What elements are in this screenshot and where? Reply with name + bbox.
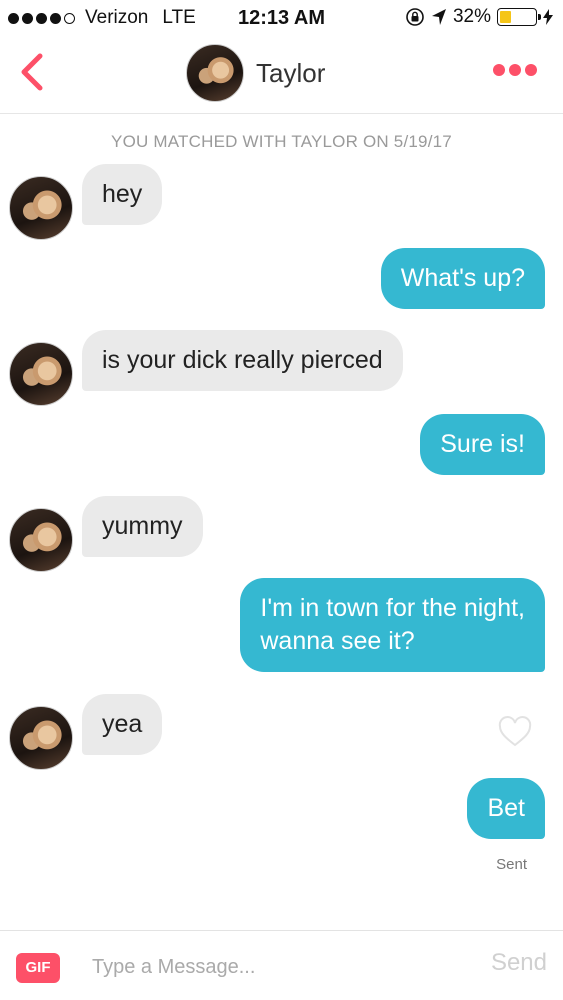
incoming-message: is your dick really pierced	[82, 330, 403, 391]
more-dots-icon[interactable]	[493, 64, 537, 76]
message-input[interactable]	[92, 949, 452, 985]
location-arrow-icon	[431, 9, 446, 25]
back-button[interactable]	[14, 50, 54, 94]
battery-fill	[500, 11, 511, 23]
rotation-lock-icon	[406, 8, 424, 26]
battery-icon	[497, 8, 541, 26]
incoming-message: yummy	[82, 496, 203, 557]
chevron-left-icon	[21, 53, 43, 91]
avatar[interactable]	[9, 706, 73, 770]
outgoing-message: I'm in town for the night, wanna see it?	[240, 578, 545, 672]
composer-bar: GIF Send	[0, 930, 563, 1000]
battery-percent: 32%	[452, 6, 491, 27]
outgoing-message: Bet	[467, 778, 545, 839]
message-line: I'm in town for the night,	[260, 594, 525, 622]
gif-button[interactable]: GIF	[16, 953, 60, 983]
outgoing-message: What's up?	[380, 248, 545, 309]
send-button[interactable]: Send	[491, 949, 547, 977]
status-right: 32%	[405, 6, 553, 28]
profile-header[interactable]: Taylor	[186, 44, 325, 102]
status-bar: Verizon LTE 12:13 AM 32%	[0, 0, 563, 36]
heart-icon[interactable]	[498, 716, 532, 748]
sent-status: Sent	[496, 856, 527, 873]
avatar[interactable]	[9, 176, 73, 240]
avatar[interactable]	[9, 508, 73, 572]
match-note: YOU MATCHED WITH TAYLOR ON 5/19/17	[111, 132, 452, 151]
incoming-message: yea	[82, 694, 163, 755]
page-title: Taylor	[256, 57, 326, 88]
message-line: wanna see it?	[260, 627, 415, 655]
incoming-message: hey	[82, 164, 163, 225]
charging-bolt-icon	[543, 9, 553, 25]
avatar[interactable]	[9, 342, 73, 406]
nav-bar: Taylor	[0, 36, 563, 114]
outgoing-message: Sure is!	[420, 414, 545, 475]
avatar[interactable]	[186, 44, 244, 102]
